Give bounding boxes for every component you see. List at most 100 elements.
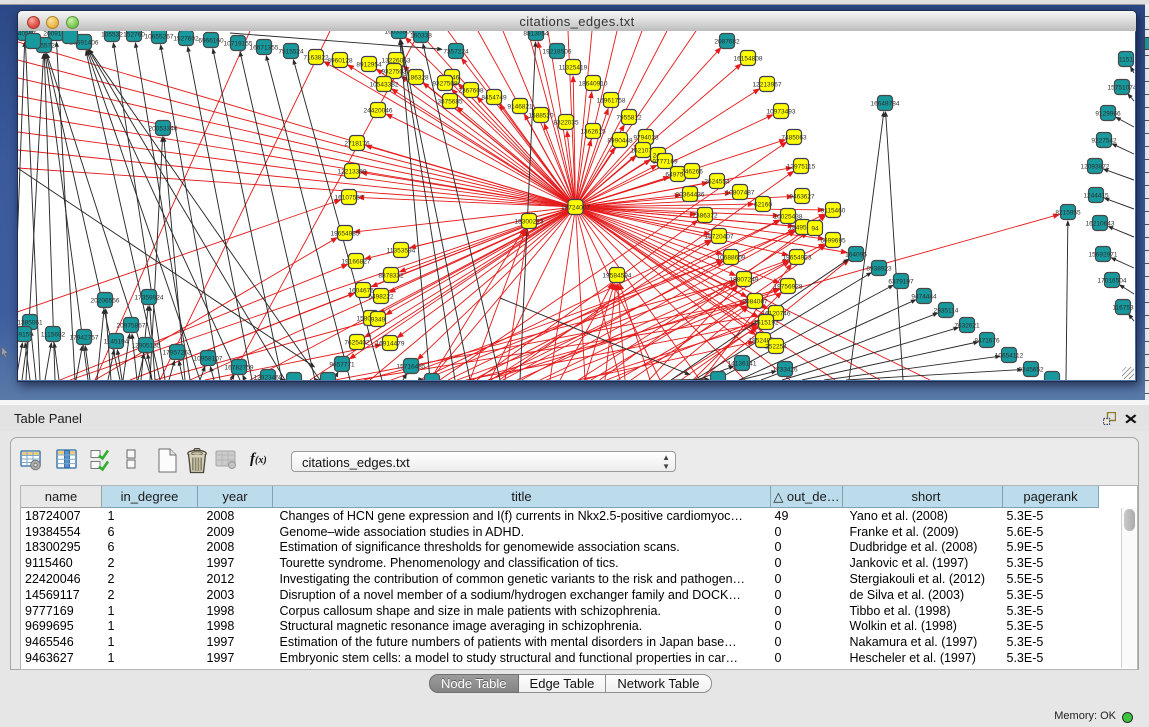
svg-text:9084067: 9084067 <box>742 299 768 306</box>
svg-text:11325419: 11325419 <box>559 65 588 72</box>
svg-text:7485063: 7485063 <box>781 135 807 142</box>
svg-text:12093872: 12093872 <box>1081 164 1110 171</box>
svg-text:2718176: 2718176 <box>344 141 370 148</box>
svg-text:12213967: 12213967 <box>753 82 782 89</box>
svg-text:7625402: 7625402 <box>344 340 370 347</box>
svg-text:5498222: 5498222 <box>368 294 394 301</box>
svg-text:16210643: 16210643 <box>1086 221 1115 228</box>
svg-text:8186328: 8186328 <box>403 75 429 82</box>
svg-text:160338: 160338 <box>410 33 432 40</box>
svg-text:10655267: 10655267 <box>145 34 174 41</box>
svg-text:7515524: 7515524 <box>278 49 304 56</box>
svg-text:1244415: 1244415 <box>1083 193 1109 200</box>
svg-text:16961758: 16961758 <box>597 98 626 105</box>
svg-text:7632621: 7632621 <box>954 323 980 330</box>
svg-text:20206556: 20206556 <box>91 298 120 305</box>
svg-text:8215955: 8215955 <box>1055 210 1081 217</box>
svg-text:1385061: 1385061 <box>18 320 43 327</box>
svg-text:746266: 746266 <box>681 169 703 176</box>
svg-text:7386372: 7386372 <box>692 213 718 220</box>
svg-text:94: 94 <box>811 226 819 233</box>
svg-text:105532: 105532 <box>101 32 123 39</box>
svg-text:2367608: 2367608 <box>458 88 484 95</box>
svg-text:10958107: 10958107 <box>194 356 223 363</box>
svg-text:8960128: 8960128 <box>327 58 353 65</box>
svg-text:15692971: 15692971 <box>1089 252 1118 259</box>
svg-text:17016504: 17016504 <box>1098 278 1127 285</box>
svg-text:8938923: 8938923 <box>866 266 892 273</box>
svg-text:10543382: 10543382 <box>370 82 399 89</box>
svg-text:9794028: 9794028 <box>633 135 659 142</box>
svg-text:16107567: 16107567 <box>335 195 364 202</box>
svg-text:7955812: 7955812 <box>616 115 642 122</box>
svg-text:6379197: 6379197 <box>888 279 914 286</box>
svg-text:15751074: 15751074 <box>1108 85 1135 92</box>
svg-text:19166827: 19166827 <box>342 259 371 266</box>
svg-text:10688609: 10688609 <box>717 255 746 262</box>
svg-text:19654923: 19654923 <box>783 255 812 262</box>
svg-text:1527602: 1527602 <box>173 36 199 43</box>
svg-text:19654985: 19654985 <box>331 231 360 238</box>
svg-text:39159: 39159 <box>18 332 33 339</box>
svg-text:3875685: 3875685 <box>437 99 463 106</box>
svg-text:8322035: 8322035 <box>553 120 579 127</box>
svg-text:12213389: 12213389 <box>338 169 367 176</box>
svg-text:3624554: 3624554 <box>704 179 730 186</box>
svg-text:20975867: 20975867 <box>117 323 146 330</box>
svg-text:9349: 9349 <box>371 317 386 324</box>
svg-text:14136141: 14136141 <box>728 361 757 368</box>
svg-text:16154808: 16154808 <box>734 56 763 63</box>
svg-text:9463627: 9463627 <box>789 194 815 201</box>
svg-text:20053346: 20053346 <box>149 126 178 133</box>
svg-text:6699695: 6699695 <box>820 238 846 245</box>
svg-text:19218506: 19218506 <box>543 49 572 56</box>
svg-text:152760: 152760 <box>123 32 145 39</box>
svg-text:18724007: 18724007 <box>561 205 590 212</box>
svg-text:9327508: 9327508 <box>432 81 458 88</box>
svg-text:16671355: 16671355 <box>250 45 279 52</box>
svg-text:19756928: 19756928 <box>774 284 803 291</box>
svg-text:1733426: 1733426 <box>772 367 798 374</box>
svg-text:116753: 116753 <box>1112 305 1134 312</box>
svg-text:15720407: 15720407 <box>705 234 734 241</box>
svg-text:164095: 164095 <box>845 252 867 259</box>
svg-text:16914479: 16914479 <box>376 341 405 348</box>
svg-text:9657771: 9657771 <box>329 362 355 369</box>
svg-text:18640910: 18640910 <box>579 81 608 88</box>
svg-text:9777169: 9777169 <box>652 159 678 166</box>
svg-text:9129966: 9129966 <box>1095 111 1121 118</box>
svg-text:8912954: 8912954 <box>356 62 382 69</box>
svg-text:2087682: 2087682 <box>714 39 740 46</box>
svg-text:15716485: 15716485 <box>397 364 426 371</box>
svg-text:8813054: 8813054 <box>523 31 549 38</box>
svg-text:17957253: 17957253 <box>163 350 192 357</box>
svg-text:8878332: 8878332 <box>378 273 404 280</box>
svg-text:12905135: 12905135 <box>132 343 161 350</box>
svg-text:12923468: 12923468 <box>254 375 283 381</box>
svg-text:10719155: 10719155 <box>224 41 253 48</box>
svg-text:16648784: 16648784 <box>871 101 900 108</box>
svg-text:8990448: 8990448 <box>607 138 633 145</box>
svg-text:1615192: 1615192 <box>753 320 779 327</box>
svg-text:12975115: 12975115 <box>787 164 816 171</box>
svg-text:10973493: 10973493 <box>767 109 796 116</box>
svg-text:6966160: 6966160 <box>198 38 224 45</box>
svg-text:9115460: 9115460 <box>821 208 846 215</box>
svg-text:18300213: 18300213 <box>515 219 544 226</box>
svg-text:1145194: 1145194 <box>104 339 129 346</box>
svg-text:24420046: 24420046 <box>364 108 393 115</box>
svg-text:18807249: 18807249 <box>730 277 759 284</box>
svg-text:10654112: 10654112 <box>995 353 1024 360</box>
svg-text:1115682: 1115682 <box>41 332 66 339</box>
svg-text:252254: 252254 <box>765 344 787 351</box>
svg-text:10807487: 10807487 <box>726 190 755 197</box>
svg-text:19584594: 19584594 <box>603 273 632 280</box>
svg-text:9474444: 9474444 <box>911 294 937 301</box>
svg-text:17359924: 17359924 <box>135 295 164 302</box>
svg-text:7163822: 7163822 <box>303 55 329 62</box>
svg-text:62160: 62160 <box>754 202 772 209</box>
svg-text:9227542: 9227542 <box>1091 138 1117 145</box>
svg-text:20364436: 20364436 <box>676 192 705 199</box>
svg-text:7357224: 7357224 <box>443 49 469 56</box>
svg-text:9245652: 9245652 <box>1018 367 1044 374</box>
